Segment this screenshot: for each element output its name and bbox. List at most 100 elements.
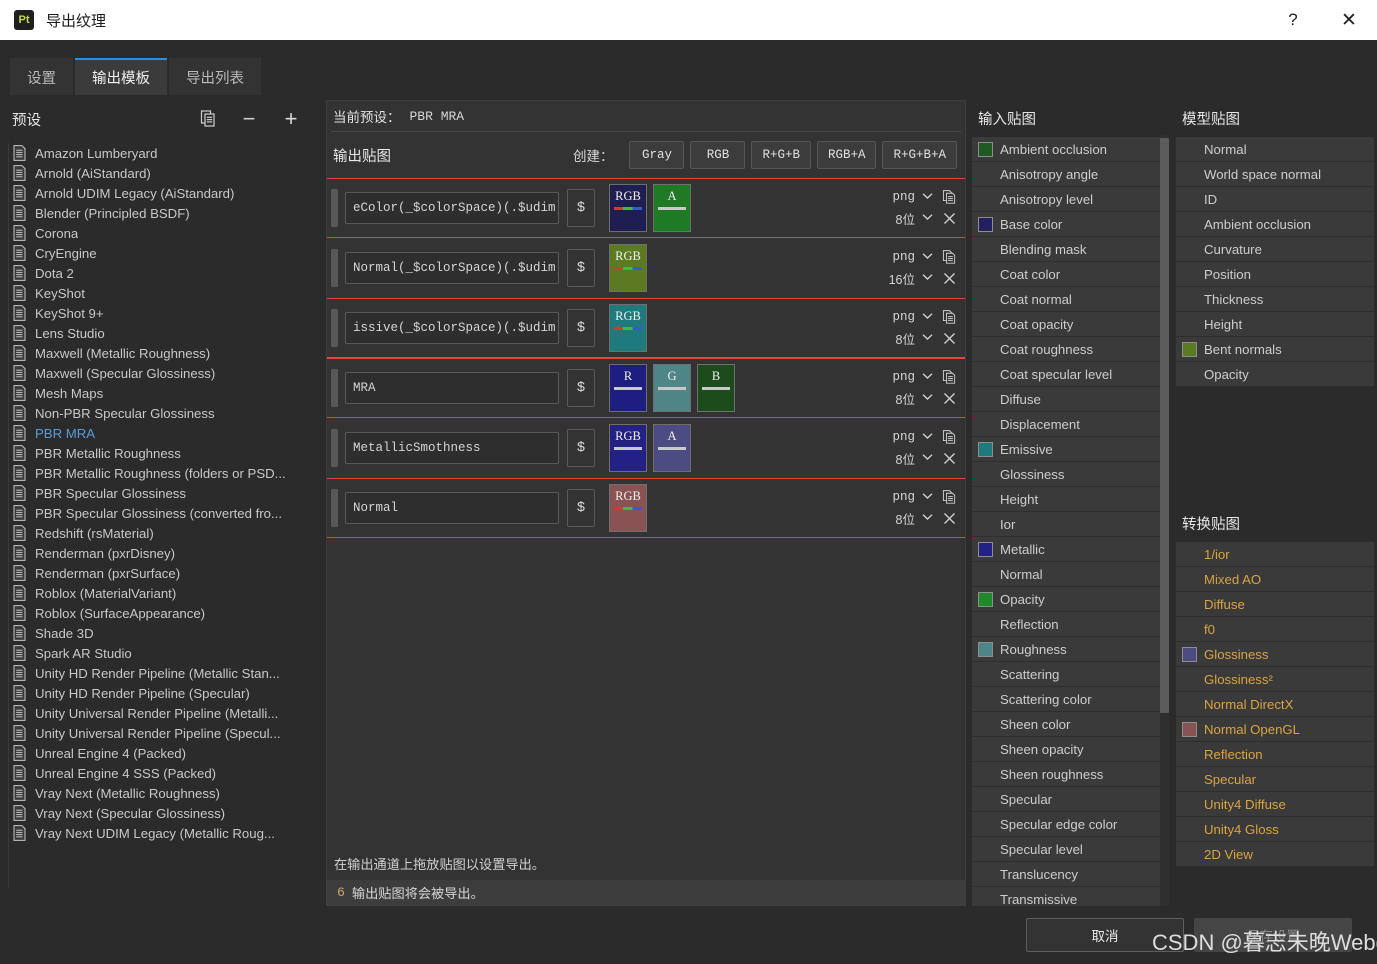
mesh-map-item[interactable]: ID: [1176, 187, 1374, 212]
file-format-value[interactable]: png: [892, 370, 915, 384]
preset-list-item[interactable]: Dota 2: [9, 263, 318, 283]
bit-depth-value[interactable]: 8位: [896, 329, 915, 348]
converted-map-item[interactable]: Mixed AO: [1176, 567, 1374, 592]
input-map-item[interactable]: Reflection: [972, 612, 1168, 637]
close-icon[interactable]: ✕: [1321, 0, 1377, 40]
output-map-row[interactable]: Normal $ RGB png 8位: [327, 478, 965, 538]
mesh-map-item[interactable]: Curvature: [1176, 237, 1374, 262]
converted-map-item[interactable]: f0: [1176, 617, 1374, 642]
preset-list-item[interactable]: Vray Next UDIM Legacy (Metallic Roug...: [9, 823, 318, 843]
input-map-item[interactable]: Base color: [972, 212, 1168, 237]
mesh-maps-list[interactable]: Normal World space normal ID Ambient occlus…: [1176, 137, 1374, 387]
chevron-down-icon[interactable]: [922, 371, 933, 383]
preset-list-item[interactable]: Maxwell (Specular Glossiness): [9, 363, 318, 383]
preset-list[interactable]: Amazon Lumberyard Arnold (AiStandard) Arno…: [8, 143, 318, 888]
channel-tile[interactable]: G: [653, 364, 691, 412]
drag-handle[interactable]: [331, 489, 338, 527]
input-map-item[interactable]: Translucency: [972, 862, 1168, 887]
input-map-item[interactable]: Coat opacity: [972, 312, 1168, 337]
output-map-row[interactable]: MetallicSmothness $ RGB Apng 8位: [327, 418, 965, 478]
chevron-down-icon[interactable]: [922, 251, 933, 263]
channel-tile[interactable]: RGB: [609, 184, 647, 232]
drag-handle[interactable]: [331, 369, 338, 407]
input-map-item[interactable]: Coat normal: [972, 287, 1168, 312]
converted-map-item[interactable]: Unity4 Diffuse: [1176, 792, 1374, 817]
delete-row-icon[interactable]: [941, 272, 957, 285]
preset-list-item[interactable]: Roblox (SurfaceAppearance): [9, 603, 318, 623]
preset-list-item[interactable]: Arnold UDIM Legacy (AiStandard): [9, 183, 318, 203]
chevron-down-icon[interactable]: [922, 512, 933, 524]
input-map-item[interactable]: Coat color: [972, 262, 1168, 287]
chevron-down-icon[interactable]: [922, 452, 933, 464]
duplicate-row-icon[interactable]: [941, 309, 957, 325]
output-filename-input[interactable]: Normal: [345, 492, 559, 524]
preset-list-item[interactable]: Lens Studio: [9, 323, 318, 343]
create-channel-button[interactable]: RGB: [690, 141, 746, 169]
drag-handle[interactable]: [331, 429, 338, 467]
scrollbar-thumb[interactable]: [1160, 138, 1169, 713]
duplicate-preset-icon[interactable]: [196, 106, 222, 132]
preset-list-item[interactable]: Renderman (pxrSurface): [9, 563, 318, 583]
output-filename-input[interactable]: issive(_$colorSpace)(.$udim): [345, 312, 559, 344]
preset-list-item[interactable]: Vray Next (Specular Glossiness): [9, 803, 318, 823]
converted-map-item[interactable]: 2D View: [1176, 842, 1374, 867]
duplicate-row-icon[interactable]: [941, 369, 957, 385]
mesh-map-item[interactable]: Bent normals: [1176, 337, 1374, 362]
input-map-item[interactable]: Sheen opacity: [972, 737, 1168, 762]
input-map-item[interactable]: Sheen roughness: [972, 762, 1168, 787]
remove-preset-button[interactable]: −: [236, 106, 262, 132]
preset-list-item[interactable]: Unity Universal Render Pipeline (Metalli…: [9, 703, 318, 723]
input-map-item[interactable]: Opacity: [972, 587, 1168, 612]
tab-2[interactable]: 导出列表: [169, 58, 261, 95]
input-map-item[interactable]: Roughness: [972, 637, 1168, 662]
input-map-item[interactable]: Metallic: [972, 537, 1168, 562]
output-filename-input[interactable]: Normal(_$colorSpace)(.$udim): [345, 252, 559, 284]
cancel-button[interactable]: 取消: [1026, 918, 1184, 952]
input-map-item[interactable]: Blending mask: [972, 237, 1168, 262]
converted-map-item[interactable]: Glossiness: [1176, 642, 1374, 667]
channel-tile[interactable]: A: [653, 184, 691, 232]
input-map-item[interactable]: Glossiness: [972, 462, 1168, 487]
bit-depth-value[interactable]: 8位: [896, 509, 915, 528]
input-map-item[interactable]: Scattering color: [972, 687, 1168, 712]
input-map-item[interactable]: Ior: [972, 512, 1168, 537]
output-map-row[interactable]: issive(_$colorSpace)(.$udim) $ RGB png 8位: [327, 298, 965, 358]
mesh-map-item[interactable]: Normal: [1176, 137, 1374, 162]
channel-tile[interactable]: A: [653, 424, 691, 472]
preset-list-item[interactable]: Shade 3D: [9, 623, 318, 643]
chevron-down-icon[interactable]: [922, 431, 933, 443]
output-filename-input[interactable]: MRA: [345, 372, 559, 404]
duplicate-row-icon[interactable]: [941, 249, 957, 265]
delete-row-icon[interactable]: [941, 392, 957, 405]
create-channel-button[interactable]: R+G+B+A: [882, 141, 957, 169]
chevron-down-icon[interactable]: [922, 392, 933, 404]
duplicate-row-icon[interactable]: [941, 489, 957, 505]
output-map-row[interactable]: eColor(_$colorSpace)(.$udim) $ RGB Apng 8位: [327, 178, 965, 238]
delete-row-icon[interactable]: [941, 212, 957, 225]
input-map-item[interactable]: Ambient occlusion: [972, 137, 1168, 162]
variable-insert-button[interactable]: $: [567, 249, 595, 287]
preset-list-item[interactable]: Amazon Lumberyard: [9, 143, 318, 163]
add-preset-button[interactable]: +: [278, 106, 304, 132]
converted-map-item[interactable]: Normal DirectX: [1176, 692, 1374, 717]
output-map-row[interactable]: Normal(_$colorSpace)(.$udim) $ RGB png 16位: [327, 238, 965, 298]
variable-insert-button[interactable]: $: [567, 429, 595, 467]
tab-1[interactable]: 输出模板: [75, 58, 167, 95]
input-maps-scrollbar[interactable]: [1160, 135, 1169, 910]
converted-map-item[interactable]: Unity4 Gloss: [1176, 817, 1374, 842]
preset-list-item[interactable]: Mesh Maps: [9, 383, 318, 403]
help-icon[interactable]: ?: [1265, 0, 1321, 40]
file-format-value[interactable]: png: [892, 310, 915, 324]
input-map-item[interactable]: Coat roughness: [972, 337, 1168, 362]
file-format-value[interactable]: png: [892, 250, 915, 264]
preset-list-item[interactable]: Arnold (AiStandard): [9, 163, 318, 183]
input-map-item[interactable]: Displacement: [972, 412, 1168, 437]
bit-depth-value[interactable]: 8位: [896, 209, 915, 228]
preset-list-item[interactable]: Unity HD Render Pipeline (Specular): [9, 683, 318, 703]
duplicate-row-icon[interactable]: [941, 429, 957, 445]
drag-handle[interactable]: [331, 249, 338, 287]
input-maps-list[interactable]: Ambient occlusion Anisotropy angle Anisotr…: [972, 137, 1168, 912]
output-filename-input[interactable]: eColor(_$colorSpace)(.$udim): [345, 192, 559, 224]
variable-insert-button[interactable]: $: [567, 489, 595, 527]
create-channel-button[interactable]: RGB+A: [816, 141, 877, 169]
